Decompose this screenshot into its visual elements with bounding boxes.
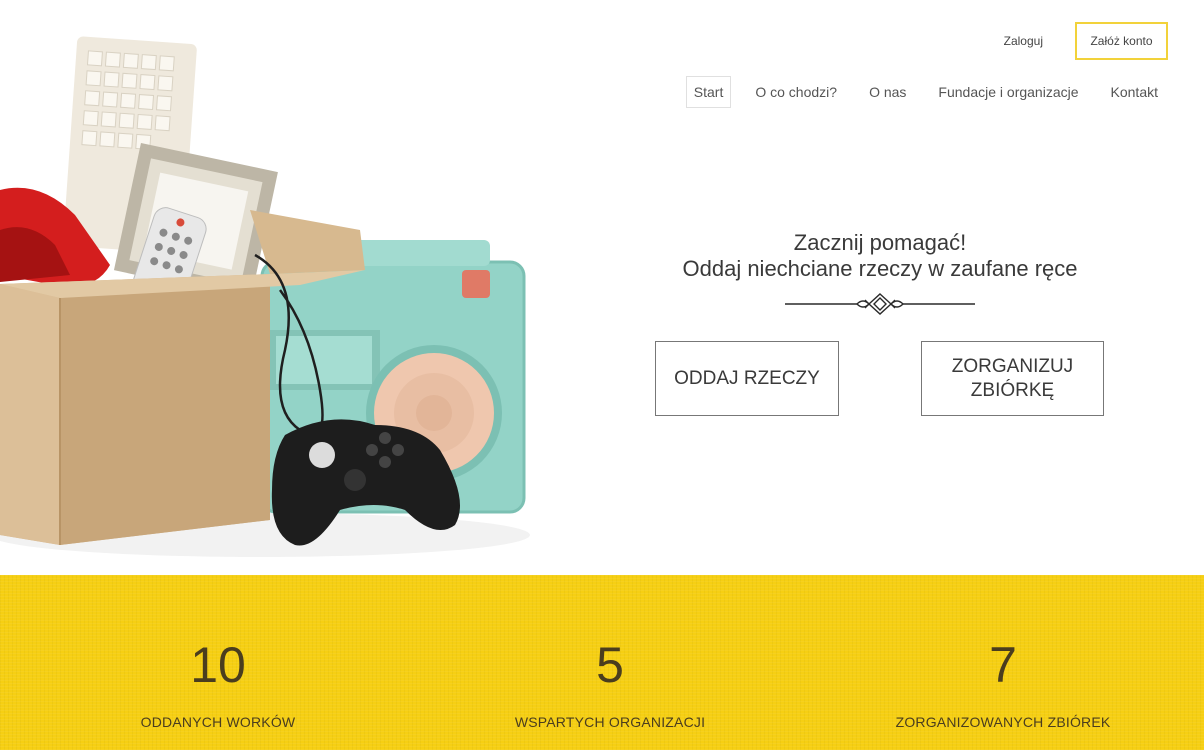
stat-bags-given: 10 ODDANYCH WORKÓW: [68, 575, 368, 730]
stats-section: 10 ODDANYCH WORKÓW 5 WSPARTYCH ORGANIZAC…: [0, 575, 1204, 750]
hero-title-line-1: Zacznij pomagać!: [793, 230, 967, 255]
stat-label: ODDANYCH WORKÓW: [140, 714, 296, 730]
organize-collection-button[interactable]: ZORGANIZUJ ZBIÓRKĘ: [921, 341, 1104, 416]
auth-area: Zaloguj Załóż konto: [1004, 22, 1168, 60]
stat-value: 5: [596, 637, 624, 693]
nav-item-about-idea[interactable]: O co chodzi?: [747, 76, 845, 108]
main-nav: Start O co chodzi? O nas Fundacje i orga…: [670, 76, 1166, 108]
stat-label: WSPARTYCH ORGANIZACJI: [514, 714, 706, 730]
hero-heading: Zacznij pomagać! Oddaj niechciane rzeczy…: [620, 230, 1140, 282]
nav-item-about-us[interactable]: O nas: [861, 76, 914, 108]
stat-collections-organized: 7 ZORGANIZOWANYCH ZBIÓREK: [853, 575, 1153, 730]
stat-label: ZORGANIZOWANYCH ZBIÓREK: [895, 714, 1111, 730]
login-link[interactable]: Zaloguj: [1004, 34, 1043, 48]
hero-title-line-2: Oddaj niechciane rzeczy w zaufane ręce: [682, 256, 1078, 281]
ornament-divider-icon: [785, 293, 975, 315]
donation-box-illustration: [0, 30, 540, 575]
nav-item-start[interactable]: Start: [685, 76, 732, 108]
hero-section: Zaloguj Załóż konto Start O co chodzi? O…: [0, 0, 1204, 575]
nav-item-contact[interactable]: Kontakt: [1103, 76, 1166, 108]
give-items-button[interactable]: ODDAJ RZECZY: [655, 341, 839, 416]
register-button[interactable]: Załóż konto: [1075, 22, 1168, 60]
nav-item-foundations[interactable]: Fundacje i organizacje: [930, 76, 1086, 108]
stat-organizations-supported: 5 WSPARTYCH ORGANIZACJI: [460, 575, 760, 730]
stat-value: 7: [989, 637, 1017, 693]
stat-value: 10: [190, 637, 246, 693]
